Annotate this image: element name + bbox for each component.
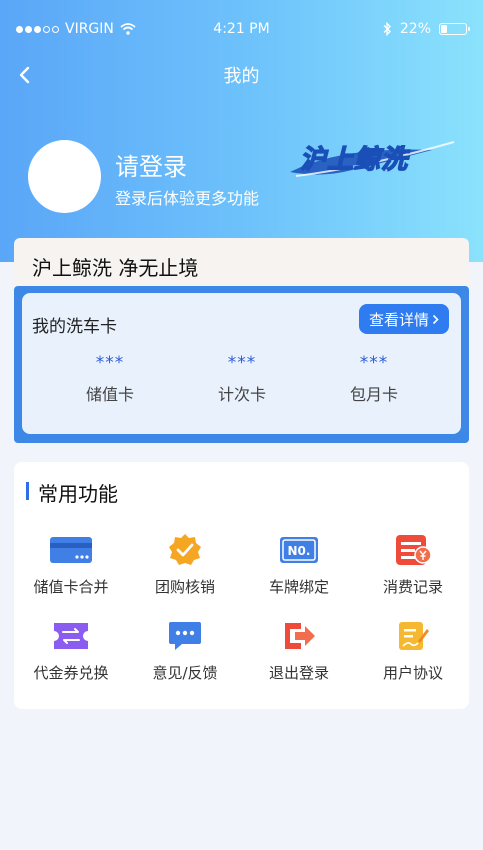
func-label: 用户协议 xyxy=(382,664,443,682)
status-bar: VIRGIN 4:21 PM 22% xyxy=(0,0,483,60)
stat-label: 包月卡 xyxy=(349,385,398,404)
func-logout[interactable]: 退出登录 xyxy=(242,618,356,683)
func-label: 团购核销 xyxy=(154,578,215,596)
card-slogan-bar: 沪上鲸洗 净无止境 xyxy=(14,238,469,288)
avatar[interactable] xyxy=(28,140,101,213)
func-feedback[interactable]: 意见/反馈 xyxy=(128,618,242,683)
status-right: 22% xyxy=(382,21,470,37)
login-subtitle: 登录后体验更多功能 xyxy=(115,189,260,208)
stat-monthly-card[interactable]: *** 包月卡 xyxy=(314,353,434,405)
func-user-agreement[interactable]: 用户协议 xyxy=(356,618,470,683)
nav-bar: 我的 xyxy=(0,55,483,95)
stat-label: 计次卡 xyxy=(217,385,266,404)
bluetooth-icon xyxy=(383,22,391,36)
stat-value: *** xyxy=(359,353,389,373)
page-title: 我的 xyxy=(223,66,260,87)
login-title[interactable]: 请登录 xyxy=(115,147,187,182)
stat-label: 储值卡 xyxy=(85,385,134,404)
card-body: 我的洗车卡 查看详情 *** 储值卡 *** 计次卡 *** 包月卡 xyxy=(14,286,469,443)
func-label: 意见/反馈 xyxy=(152,664,218,682)
func-consumption-record[interactable]: 消费记录 xyxy=(356,532,470,597)
license-plate-icon: N0. xyxy=(277,532,321,568)
func-label: 储值卡合并 xyxy=(33,578,109,596)
brand-logo: 沪上鲸洗 xyxy=(290,141,455,177)
group-buy-check-icon xyxy=(163,532,207,568)
battery-percent: 22% xyxy=(399,21,431,37)
stat-stored-value-card[interactable]: *** 储值卡 xyxy=(50,353,170,405)
view-details-label: 查看详情 xyxy=(368,310,429,329)
stat-count-card[interactable]: *** 计次卡 xyxy=(182,353,302,405)
func-voucher-exchange[interactable]: 代金券兑换 xyxy=(14,618,128,683)
func-label: 退出登录 xyxy=(268,664,329,682)
card-inner: 我的洗车卡 查看详情 *** 储值卡 *** 计次卡 *** 包月卡 xyxy=(22,293,461,434)
view-details-button[interactable]: 查看详情 xyxy=(358,304,449,334)
section-title: 常用功能 xyxy=(38,482,118,506)
func-group-buy-check[interactable]: 团购核销 xyxy=(128,532,242,597)
chevron-right-icon xyxy=(432,314,439,324)
car-wash-card: 沪上鲸洗 净无止境 我的洗车卡 查看详情 *** 储值卡 *** 计次卡 ***… xyxy=(14,238,469,443)
license-plate-icon-text: N0. xyxy=(288,544,311,558)
func-label: 消费记录 xyxy=(382,578,443,596)
func-license-plate[interactable]: N0. 车牌绑定 xyxy=(242,532,356,597)
func-label: 车牌绑定 xyxy=(268,578,329,596)
consumption-record-icon xyxy=(391,532,435,568)
func-card-merge[interactable]: 储值卡合并 xyxy=(14,532,128,597)
logout-icon xyxy=(277,618,321,654)
card-title: 我的洗车卡 xyxy=(32,317,117,337)
stat-value: *** xyxy=(95,353,125,373)
feedback-icon xyxy=(163,618,207,654)
section-accent-bar xyxy=(26,482,29,500)
voucher-exchange-icon xyxy=(49,618,93,654)
battery-icon xyxy=(439,23,470,35)
common-functions-panel: 常用功能 储值卡合并 团购核销 N0. 车牌绑定 消费记录 代金券兑换 意见/反… xyxy=(14,462,469,709)
stat-value: *** xyxy=(227,353,257,373)
func-label: 代金券兑换 xyxy=(33,664,109,682)
user-agreement-icon xyxy=(391,618,435,654)
card-merge-icon xyxy=(49,532,93,568)
brand-logo-text: 沪上鲸洗 xyxy=(300,145,410,175)
card-slogan: 沪上鲸洗 净无止境 xyxy=(32,256,199,280)
